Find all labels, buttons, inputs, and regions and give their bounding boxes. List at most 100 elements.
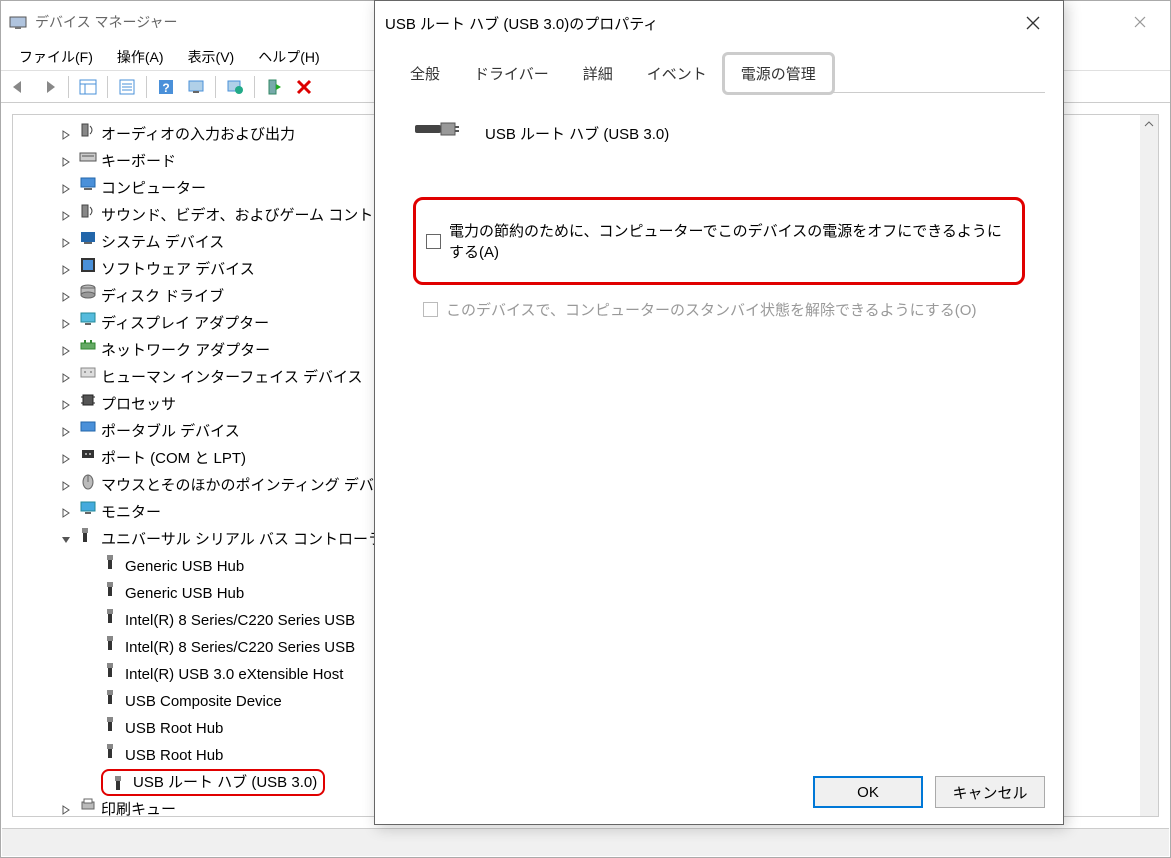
tree-expand-icon[interactable]: [61, 481, 77, 491]
properties-dialog: USB ルート ハブ (USB 3.0)のプロパティ 全般 ドライバー 詳細 イ…: [374, 0, 1064, 825]
checkbox-icon: [426, 234, 441, 249]
toolbar-uninstall-button[interactable]: [290, 74, 318, 100]
usb-item-icon: [103, 580, 121, 598]
tree-item-label: ネットワーク アダプター: [101, 342, 270, 359]
tree-item-label: システム デバイス: [101, 234, 224, 251]
dialog-section: USB ルート ハブ (USB 3.0) 電力の節約のために、コンピューターでこ…: [393, 93, 1045, 344]
tree-item-label: キーボード: [101, 153, 176, 170]
tree-item-label: Intel(R) 8 Series/C220 Series USB: [125, 639, 355, 656]
tree-item-label: ソフトウェア デバイス: [101, 261, 255, 278]
usb-item-icon: [103, 688, 121, 706]
device-header: USB ルート ハブ (USB 3.0): [413, 117, 1025, 149]
tree-expand-icon[interactable]: [61, 400, 77, 410]
scrollbar-vertical[interactable]: [1140, 115, 1158, 816]
port-icon: [79, 445, 97, 463]
toolbar-forward-button[interactable]: [35, 74, 63, 100]
usb-item-icon: [103, 742, 121, 760]
toolbar-back-button[interactable]: [5, 74, 33, 100]
tree-expand-icon[interactable]: [61, 238, 77, 248]
tab-driver[interactable]: ドライバー: [457, 54, 566, 93]
tree-item-label: Intel(R) USB 3.0 eXtensible Host: [125, 666, 343, 683]
menu-help[interactable]: ヘルプ(H): [246, 43, 331, 71]
tree-expand-icon[interactable]: [61, 211, 77, 221]
tab-events[interactable]: イベント: [630, 54, 724, 93]
cpu-icon: [79, 391, 97, 409]
tab-power-management[interactable]: 電源の管理: [722, 52, 835, 95]
checkbox-allow-power-off[interactable]: 電力の節約のために、コンピューターでこのデバイスの電源をオフにできるようにする(…: [426, 220, 1012, 262]
monitor-icon: [79, 499, 97, 517]
cancel-button[interactable]: キャンセル: [935, 776, 1045, 808]
toolbar-scan-button[interactable]: [182, 74, 210, 100]
tree-item-label: USB Root Hub: [125, 747, 223, 764]
tree-expand-icon[interactable]: [61, 346, 77, 356]
tree-item-label: ヒューマン インターフェイス デバイス: [101, 369, 363, 386]
tree-item-label: モニター: [101, 504, 161, 521]
usb-item-icon: [103, 634, 121, 652]
printer-icon: [79, 796, 97, 814]
svg-text:?: ?: [162, 81, 169, 95]
checkbox-label: このデバイスで、コンピューターのスタンバイ状態を解除できるようにする(O): [446, 299, 976, 320]
toolbar-separator: [215, 76, 216, 98]
checkbox-icon: [423, 302, 438, 317]
tree-expand-icon[interactable]: [61, 535, 77, 545]
tree-item-label: Intel(R) 8 Series/C220 Series USB: [125, 612, 355, 629]
statusbar: [2, 828, 1169, 856]
toolbar-update-button[interactable]: [221, 74, 249, 100]
menu-action[interactable]: 操作(A): [105, 43, 176, 71]
toolbar-help-button[interactable]: ?: [152, 74, 180, 100]
tree-expand-icon[interactable]: [61, 427, 77, 437]
usb-item-icon: [103, 607, 121, 625]
power-option-highlight: 電力の節約のために、コンピューターでこのデバイスの電源をオフにできるようにする(…: [413, 197, 1025, 285]
usb-item-icon: [111, 774, 129, 792]
tab-details[interactable]: 詳細: [566, 54, 630, 93]
toolbar-separator: [107, 76, 108, 98]
dialog-body: 全般 ドライバー 詳細 イベント 電源の管理 USB ルート ハブ (USB 3…: [375, 45, 1063, 352]
toolbar-properties-button[interactable]: [113, 74, 141, 100]
checkbox-allow-wake: このデバイスで、コンピューターのスタンバイ状態を解除できるようにする(O): [413, 299, 1025, 320]
tree-item-label: 印刷キュー: [101, 801, 176, 817]
window-close-button[interactable]: [1117, 7, 1162, 37]
tree-expand-icon[interactable]: [61, 454, 77, 464]
dialog-close-button[interactable]: [1013, 8, 1053, 38]
tree-expand-icon[interactable]: [61, 292, 77, 302]
toolbar-showhide-button[interactable]: [74, 74, 102, 100]
tree-expand-icon[interactable]: [61, 157, 77, 167]
tree-expand-icon[interactable]: [61, 508, 77, 518]
menu-file[interactable]: ファイル(F): [7, 43, 105, 71]
checkbox-label: 電力の節約のために、コンピューターでこのデバイスの電源をオフにできるようにする(…: [449, 220, 1012, 262]
dialog-titlebar: USB ルート ハブ (USB 3.0)のプロパティ: [375, 1, 1063, 45]
menu-view[interactable]: 表示(V): [176, 43, 247, 71]
tree-item-label: ディスプレイ アダプター: [101, 315, 269, 332]
dialog-title: USB ルート ハブ (USB 3.0)のプロパティ: [385, 13, 1013, 34]
usb-item-icon: [103, 715, 121, 733]
tree-item-label: コンピューター: [101, 180, 206, 197]
display-icon: [79, 310, 97, 328]
tree-expand-icon[interactable]: [61, 130, 77, 140]
tree-expand-icon[interactable]: [61, 805, 77, 815]
tab-general[interactable]: 全般: [393, 54, 457, 93]
speaker-icon: [79, 202, 97, 220]
device-name-label: USB ルート ハブ (USB 3.0): [485, 123, 669, 144]
system-icon: [79, 229, 97, 247]
toolbar-separator: [254, 76, 255, 98]
dialog-button-row: OK キャンセル: [813, 776, 1045, 808]
tree-expand-icon[interactable]: [61, 265, 77, 275]
ok-button[interactable]: OK: [813, 776, 923, 808]
usb-item-icon: [103, 553, 121, 571]
toolbar-enable-button[interactable]: [260, 74, 288, 100]
tree-item-label: USB ルート ハブ (USB 3.0): [133, 769, 317, 796]
tree-item-label: マウスとそのほかのポインティング デバイス: [101, 477, 403, 494]
tree-expand-icon[interactable]: [61, 319, 77, 329]
tree-item-label: USB Composite Device: [125, 693, 282, 710]
toolbar-separator: [146, 76, 147, 98]
app-icon: [9, 13, 27, 31]
tree-item-label: Generic USB Hub: [125, 558, 244, 575]
tree-item-label: USB Root Hub: [125, 720, 223, 737]
tree-expand-icon[interactable]: [61, 184, 77, 194]
computer-icon: [79, 175, 97, 193]
mouse-icon: [79, 472, 97, 490]
tree-item-label: オーディオの入力および出力: [101, 126, 295, 143]
usb-plug-icon: [413, 117, 461, 149]
portable-icon: [79, 418, 97, 436]
tree-expand-icon[interactable]: [61, 373, 77, 383]
